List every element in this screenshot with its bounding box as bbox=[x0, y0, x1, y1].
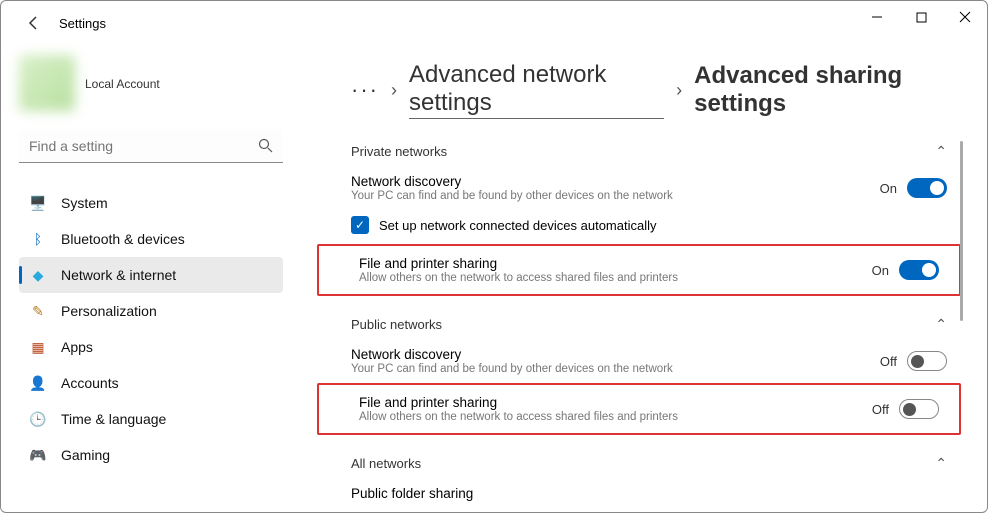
toggle-public-network-discovery[interactable] bbox=[907, 351, 947, 371]
row-public-file-printer-sharing: File and printer sharing Allow others on… bbox=[319, 387, 959, 431]
sidebar-item-network-internet[interactable]: ◆ Network & internet bbox=[19, 257, 283, 293]
chevron-right-icon: › bbox=[676, 80, 682, 101]
chevron-right-icon: › bbox=[391, 80, 397, 101]
nav-icon: ✎ bbox=[29, 302, 47, 320]
section-header-all[interactable]: All networks ⌃ bbox=[311, 449, 967, 478]
nav-icon: ᛒ bbox=[29, 230, 47, 248]
setting-subtitle: Your PC can find and be found by other d… bbox=[351, 363, 880, 375]
chevron-up-icon: ⌃ bbox=[935, 455, 947, 472]
avatar bbox=[19, 55, 75, 111]
titlebar: Settings bbox=[1, 1, 987, 45]
toggle-state-label: Off bbox=[872, 402, 889, 417]
sidebar-item-label: Network & internet bbox=[61, 267, 176, 283]
sidebar-item-label: Time & language bbox=[61, 411, 166, 427]
profile-subtitle: Local Account bbox=[85, 77, 160, 91]
sidebar-item-accounts[interactable]: 👤 Accounts bbox=[19, 365, 283, 401]
sidebar-item-label: Accounts bbox=[61, 375, 119, 391]
toggle-private-network-discovery[interactable] bbox=[907, 178, 947, 198]
section-title: Private networks bbox=[351, 144, 447, 159]
back-button[interactable] bbox=[23, 12, 45, 34]
chevron-up-icon: ⌃ bbox=[935, 316, 947, 333]
setting-title: Network discovery bbox=[351, 174, 880, 189]
toggle-public-file-printer-sharing[interactable] bbox=[899, 399, 939, 419]
sidebar-item-system[interactable]: 🖥️ System bbox=[19, 185, 283, 221]
search-box[interactable] bbox=[19, 129, 283, 163]
sidebar-item-label: Personalization bbox=[61, 303, 157, 319]
nav-icon: ▦ bbox=[29, 338, 47, 356]
nav-icon: 👤 bbox=[29, 374, 47, 392]
window-title: Settings bbox=[59, 16, 106, 31]
sidebar-item-bluetooth-devices[interactable]: ᛒ Bluetooth & devices bbox=[19, 221, 283, 257]
chevron-up-icon: ⌃ bbox=[935, 143, 947, 160]
setting-subtitle: Allow others on the network to access sh… bbox=[359, 411, 872, 423]
sidebar: Local Account 🖥️ System ᛒ Bluetooth & devic… bbox=[1, 49, 301, 473]
window-controls bbox=[855, 1, 987, 33]
row-auto-setup-devices[interactable]: ✓ Set up network connected devices autom… bbox=[311, 210, 967, 244]
scrollbar[interactable] bbox=[960, 141, 963, 321]
nav-list: 🖥️ System ᛒ Bluetooth & devices ◆ Network & i… bbox=[19, 185, 283, 473]
minimize-button[interactable] bbox=[855, 1, 899, 33]
row-public-network-discovery: Network discovery Your PC can find and b… bbox=[311, 339, 967, 383]
setting-subtitle: Your PC can find and be found by other d… bbox=[351, 190, 880, 202]
profile-block[interactable]: Local Account bbox=[19, 53, 283, 113]
section-header-private[interactable]: Private networks ⌃ bbox=[311, 137, 967, 166]
close-button[interactable] bbox=[943, 1, 987, 33]
section-title: Public networks bbox=[351, 317, 442, 332]
setting-title: File and printer sharing bbox=[359, 395, 872, 410]
main-panel: ··· › Advanced network settings › Advanc… bbox=[311, 61, 967, 512]
toggle-state-label: On bbox=[872, 263, 889, 278]
setting-title: Public folder sharing bbox=[351, 486, 947, 501]
section-public-networks: Public networks ⌃ Network discovery Your… bbox=[311, 310, 967, 435]
nav-icon: 🕒 bbox=[29, 410, 47, 428]
checkbox-auto-setup[interactable]: ✓ bbox=[351, 216, 369, 234]
sidebar-item-apps[interactable]: ▦ Apps bbox=[19, 329, 283, 365]
checkbox-label: Set up network connected devices automat… bbox=[379, 218, 657, 233]
maximize-button[interactable] bbox=[899, 1, 943, 33]
setting-subtitle: Allow others on the network to access sh… bbox=[359, 272, 872, 284]
search-input[interactable] bbox=[19, 129, 283, 163]
sidebar-item-label: Apps bbox=[61, 339, 93, 355]
sidebar-item-time-language[interactable]: 🕒 Time & language bbox=[19, 401, 283, 437]
setting-title: Network discovery bbox=[351, 347, 880, 362]
sidebar-item-personalization[interactable]: ✎ Personalization bbox=[19, 293, 283, 329]
breadcrumb-more-icon[interactable]: ··· bbox=[351, 77, 379, 103]
row-public-folder-sharing: Public folder sharing bbox=[311, 478, 967, 509]
nav-icon: 🎮 bbox=[29, 446, 47, 464]
page-title: Advanced sharing settings bbox=[694, 62, 967, 118]
section-all-networks: All networks ⌃ Public folder sharing bbox=[311, 449, 967, 509]
sidebar-item-label: Bluetooth & devices bbox=[61, 231, 185, 247]
section-header-public[interactable]: Public networks ⌃ bbox=[311, 310, 967, 339]
sidebar-item-label: System bbox=[61, 195, 108, 211]
sidebar-item-gaming[interactable]: 🎮 Gaming bbox=[19, 437, 283, 473]
toggle-state-label: On bbox=[880, 181, 897, 196]
highlight-public-file-sharing: File and printer sharing Allow others on… bbox=[317, 383, 961, 435]
nav-icon: 🖥️ bbox=[29, 194, 47, 212]
highlight-private-file-sharing: File and printer sharing Allow others on… bbox=[317, 244, 961, 296]
breadcrumb-parent[interactable]: Advanced network settings bbox=[409, 61, 664, 119]
toggle-state-label: Off bbox=[880, 354, 897, 369]
breadcrumb: ··· › Advanced network settings › Advanc… bbox=[311, 61, 967, 119]
sidebar-item-label: Gaming bbox=[61, 447, 110, 463]
row-private-file-printer-sharing: File and printer sharing Allow others on… bbox=[319, 248, 959, 292]
nav-icon: ◆ bbox=[29, 266, 47, 284]
setting-title: File and printer sharing bbox=[359, 256, 872, 271]
row-private-network-discovery: Network discovery Your PC can find and b… bbox=[311, 166, 967, 210]
section-title: All networks bbox=[351, 456, 421, 471]
section-private-networks: Private networks ⌃ Network discovery You… bbox=[311, 137, 967, 296]
toggle-private-file-printer-sharing[interactable] bbox=[899, 260, 939, 280]
search-icon bbox=[258, 138, 273, 158]
